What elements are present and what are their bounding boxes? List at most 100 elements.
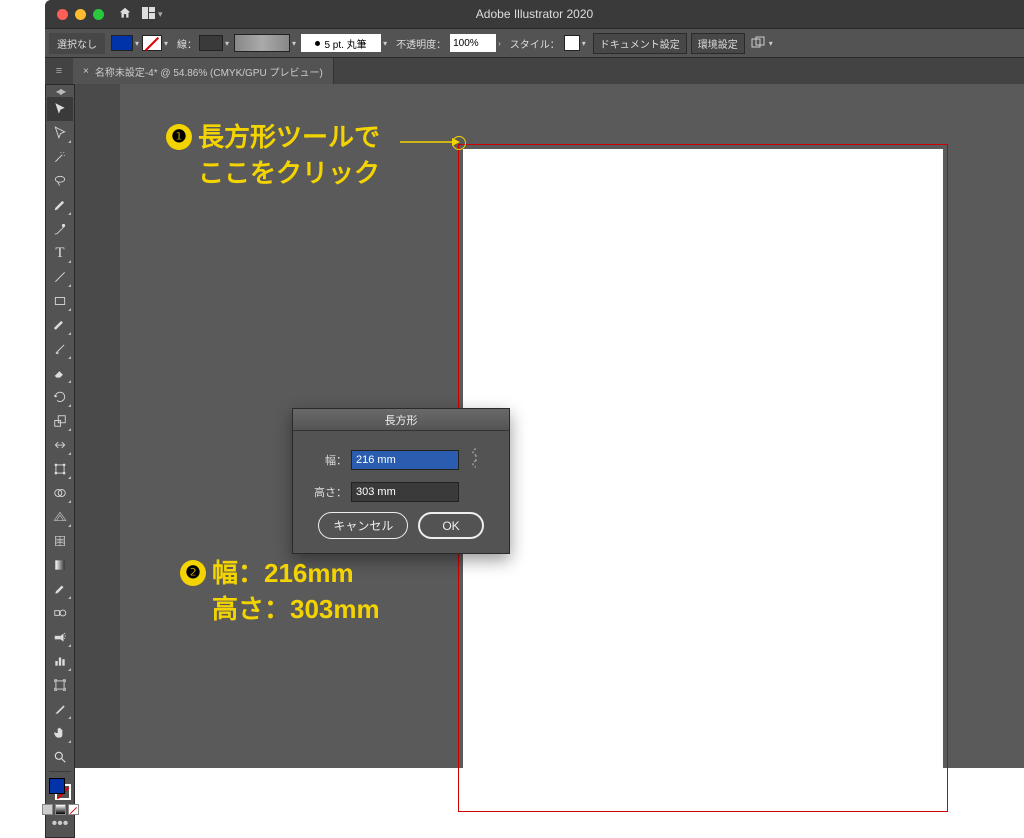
style-label: スタイル： — [510, 36, 560, 51]
slice-tool[interactable] — [47, 697, 73, 721]
paintbrush-tool[interactable] — [47, 313, 73, 337]
blend-tool[interactable] — [47, 601, 73, 625]
curvature-tool[interactable] — [47, 217, 73, 241]
canvas[interactable]: ❶ 長方形ツールで ここをクリック 長方形 幅： 216 mm 高さ： 303 … — [120, 84, 1024, 768]
ok-button[interactable]: OK — [418, 512, 483, 539]
color-mode-none[interactable] — [68, 804, 79, 815]
opacity-label: 不透明度： — [396, 36, 446, 51]
scale-tool[interactable] — [47, 409, 73, 433]
annotation-number: ❶ — [171, 127, 186, 147]
window-controls — [57, 9, 104, 20]
home-icon[interactable] — [118, 6, 132, 23]
opacity-value: 100% — [453, 38, 479, 49]
height-label: 高さ： — [307, 484, 347, 500]
selection-tool[interactable] — [47, 97, 73, 121]
direct-selection-tool[interactable] — [47, 121, 73, 145]
align-icon[interactable] — [749, 34, 767, 52]
free-transform-tool[interactable] — [47, 457, 73, 481]
annotation-number: ❷ — [185, 563, 200, 583]
color-mode-solid[interactable] — [42, 804, 53, 815]
chevron-down-icon[interactable]: ▾ — [164, 39, 168, 48]
chevron-down-icon[interactable]: ▾ — [582, 39, 586, 48]
brush-field[interactable]: 5 pt. 丸筆 — [301, 34, 381, 52]
line-tool[interactable] — [47, 265, 73, 289]
perspective-grid-tool[interactable] — [47, 505, 73, 529]
app-window: ▾ Adobe Illustrator 2020 選択なし ▾ ▾ 線： ▾ ▾… — [45, 0, 1024, 768]
dialog-title: 長方形 — [293, 409, 509, 431]
panel-collapse-icon[interactable]: ◀▶ — [46, 85, 74, 97]
selection-label: 選択なし — [49, 33, 105, 54]
eraser-tool[interactable] — [47, 361, 73, 385]
chevron-down-icon[interactable]: ▾ — [292, 39, 296, 48]
chevron-down-icon[interactable]: ▾ — [383, 39, 387, 48]
shaper-tool[interactable] — [47, 337, 73, 361]
options-bar: 選択なし ▾ ▾ 線： ▾ ▾ 5 pt. 丸筆 ▾ 不透明度： 100% › ス… — [45, 28, 1024, 58]
brush-name: 5 pt. 丸筆 — [324, 36, 366, 51]
app-title: Adobe Illustrator 2020 — [476, 7, 593, 21]
document-tab-label: 名称未設定-4* @ 54.86% (CMYK/GPU プレビュー) — [95, 64, 323, 79]
eyedropper-tool[interactable] — [47, 577, 73, 601]
width-input[interactable]: 216 mm — [351, 450, 459, 470]
shape-builder-tool[interactable] — [47, 481, 73, 505]
type-tool[interactable]: T — [47, 241, 73, 265]
annotation-text-1b: ここをクリック — [198, 156, 380, 191]
annotation-text-2a: 幅：216mm — [212, 556, 354, 591]
stroke-profile[interactable] — [234, 34, 290, 52]
stroke-swatch[interactable] — [142, 35, 162, 51]
bleed-guide — [458, 144, 948, 812]
close-window-button[interactable] — [57, 9, 68, 20]
artboard-tool[interactable] — [47, 673, 73, 697]
fill-stroke-swatches[interactable] — [47, 776, 73, 802]
hand-tool[interactable] — [47, 721, 73, 745]
width-value: 216 mm — [356, 454, 396, 466]
chevron-down-icon[interactable]: ▾ — [158, 9, 163, 20]
zoom-tool[interactable] — [47, 745, 73, 769]
rotate-tool[interactable] — [47, 385, 73, 409]
rectangle-dialog: 長方形 幅： 216 mm 高さ： 303 mm キャンセル OK — [292, 408, 510, 554]
height-input[interactable]: 303 mm — [351, 482, 459, 502]
width-tool[interactable] — [47, 433, 73, 457]
rectangle-tool[interactable] — [47, 289, 73, 313]
stroke-weight-field[interactable] — [199, 35, 223, 51]
zoom-window-button[interactable] — [93, 9, 104, 20]
annotation-badge-2: ❷ — [180, 560, 206, 586]
titlebar: ▾ Adobe Illustrator 2020 — [45, 0, 1024, 28]
document-tab-row: ≡ × 名称未設定-4* @ 54.86% (CMYK/GPU プレビュー) — [45, 58, 1024, 84]
fill-swatch[interactable] — [111, 35, 133, 51]
column-graph-tool[interactable] — [47, 649, 73, 673]
artboard — [463, 149, 943, 811]
chevron-right-icon[interactable]: › — [498, 39, 501, 48]
annotation-text-2b: 高さ：303mm — [212, 592, 380, 627]
opacity-field[interactable]: 100% — [450, 34, 496, 52]
annotation-text-1a: 長方形ツールで — [198, 120, 380, 155]
pen-tool[interactable] — [47, 193, 73, 217]
symbol-sprayer-tool[interactable] — [47, 625, 73, 649]
style-swatch[interactable] — [564, 35, 580, 51]
arrange-documents-icon[interactable] — [142, 7, 156, 22]
tab-menu-icon[interactable]: ≡ — [45, 58, 73, 84]
chevron-down-icon[interactable]: ▾ — [135, 39, 139, 48]
lasso-tool[interactable] — [47, 169, 73, 193]
height-value: 303 mm — [356, 486, 396, 498]
chevron-down-icon[interactable]: ▾ — [225, 39, 229, 48]
fill-color-swatch[interactable] — [49, 778, 65, 794]
link-icon[interactable] — [469, 447, 483, 472]
color-mode-gradient[interactable] — [55, 804, 66, 815]
cancel-button[interactable]: キャンセル — [318, 512, 408, 539]
color-mode-row — [42, 804, 79, 815]
magic-wand-tool[interactable] — [47, 145, 73, 169]
arrow-icon — [400, 136, 460, 148]
gradient-tool[interactable] — [47, 553, 73, 577]
close-tab-icon[interactable]: × — [83, 66, 89, 77]
minimize-window-button[interactable] — [75, 9, 86, 20]
stroke-label: 線： — [177, 36, 197, 51]
mesh-tool[interactable] — [47, 529, 73, 553]
edit-toolbar-icon[interactable]: ••• — [49, 817, 71, 831]
document-tab[interactable]: × 名称未設定-4* @ 54.86% (CMYK/GPU プレビュー) — [73, 58, 334, 84]
preferences-button[interactable]: 環境設定 — [691, 33, 745, 54]
annotation-badge-1: ❶ — [166, 124, 192, 150]
width-label: 幅： — [307, 452, 347, 468]
chevron-down-icon[interactable]: ▾ — [769, 39, 773, 48]
tools-panel: ◀▶ T ••• — [45, 84, 75, 838]
document-setup-button[interactable]: ドキュメント設定 — [593, 33, 687, 54]
